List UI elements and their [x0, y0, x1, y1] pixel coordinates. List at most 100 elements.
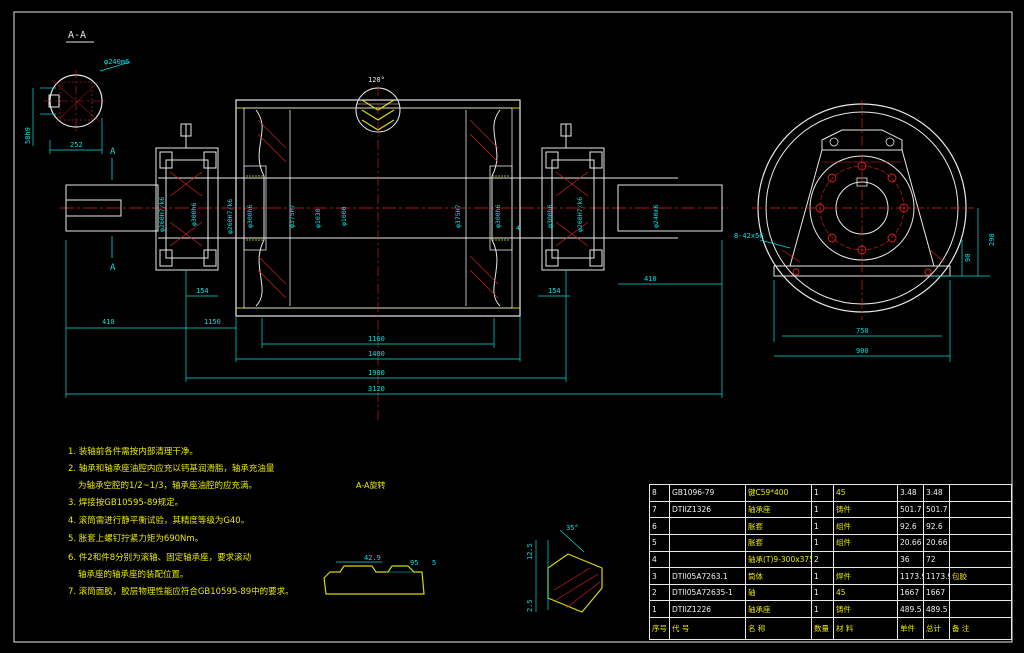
bom-cell: 2	[811, 550, 834, 569]
bom-header-cell: 数量	[811, 617, 834, 640]
bom-cell: 1173.9	[897, 567, 924, 585]
svg-text:154: 154	[196, 287, 209, 295]
bom-row: 7 DTIIZ1326 轴承座 1 铸件 501.7 501.7	[649, 500, 1012, 519]
bom-cell: 焊件	[833, 567, 898, 585]
svg-text:1150: 1150	[204, 318, 221, 326]
bom-cell: 36	[897, 550, 924, 569]
svg-text:410: 410	[644, 275, 657, 283]
bom-header-row: 序号代 号名 称数量材 料单件 总计备 注	[649, 617, 1012, 640]
bom-cell: 1	[811, 600, 834, 619]
bom-cell: DTIIZ1226	[669, 600, 746, 619]
bom-cell	[949, 550, 1012, 569]
bom-cell: 3.48	[897, 484, 924, 502]
bom-cell: 45	[833, 484, 898, 502]
bom-cell: 包胶	[949, 567, 1012, 585]
bom-cell: 3	[649, 567, 670, 585]
bom-cell: DTII05A7263.1	[669, 567, 746, 585]
bom-cell: 489.5	[897, 600, 924, 619]
bom-cell: 1	[811, 583, 834, 602]
svg-text:φ260H7/k6: φ260H7/k6	[576, 197, 584, 232]
bom-cell: 轴承(T)9-300x375	[745, 550, 812, 569]
bom-cell: 键C59*400	[745, 484, 812, 502]
bom-row: 1 DTIIZ1226 轴承座 1 铸件 489.5 489.5	[649, 600, 1012, 619]
bom-cell	[949, 583, 1012, 602]
bom-cell: GB1096-79	[669, 484, 746, 502]
cut-mark-a-bottom: A	[110, 263, 116, 273]
bom-cell: 铸件	[833, 500, 898, 519]
bom-cell: 轴承座	[745, 500, 812, 519]
bom-cell: DTIIZ1326	[669, 500, 746, 519]
dim-shaft-dia: φ240m6	[104, 58, 129, 66]
note-line: 7. 滚筒面胶，胶层物理性能应符合GB10595-89中的要求。	[68, 587, 294, 597]
cut-mark-a-top: A	[110, 147, 116, 157]
section-label: A-A	[68, 30, 86, 41]
bom-cell: 1	[811, 533, 834, 552]
bom-cell: 20.66	[923, 533, 950, 552]
diameter-labels: φ260H7/k6 φ300h6 φ260H7/k6 φ300h6 φ375H7…	[158, 197, 660, 234]
note-line: 1. 装轴前各件需按内部清理干净。	[68, 447, 198, 457]
svg-text:φ300h6: φ300h6	[190, 202, 198, 226]
bom-cell: 45	[833, 583, 898, 602]
dim-key-len: 252	[70, 141, 83, 149]
svg-text:410: 410	[102, 318, 115, 326]
bom-cell: 1	[811, 567, 834, 585]
bom-header-cell: 总计	[923, 617, 950, 640]
svg-text:φ375H7: φ375H7	[288, 204, 296, 228]
bom-cell: 胀套	[745, 533, 812, 552]
dim-detail-5: 5	[432, 559, 436, 567]
bom-cell: 1667	[923, 583, 950, 602]
bom-cell	[833, 550, 898, 569]
svg-text:φ260H7/k6: φ260H7/k6	[226, 199, 234, 234]
bom-cell: 20.66	[897, 533, 924, 552]
bom-cell	[949, 600, 1012, 619]
bom-row: 4 轴承(T)9-300x375 2 36 72	[649, 550, 1012, 569]
svg-text:φ1030: φ1030	[314, 208, 322, 228]
bom-cell: 2	[649, 583, 670, 602]
dimension-texts: 154 410 1150 1160 1400 1900 3120 154 410	[102, 275, 657, 393]
bom-cell: 92.6	[923, 517, 950, 535]
bom-header-cell: 名 称	[745, 617, 812, 640]
dimension-lines	[65, 240, 723, 398]
bom-cell	[949, 533, 1012, 552]
note-line: 4. 滚筒需进行静平衡试验，其精度等级为G40。	[68, 516, 250, 526]
svg-text:3120: 3120	[368, 385, 385, 393]
bom-cell: 1	[811, 500, 834, 519]
svg-text:90: 90	[964, 254, 972, 262]
bom-row: 5 胀套 1 组件 20.66 20.66	[649, 533, 1012, 552]
bom-cell: 轴	[745, 583, 812, 602]
svg-text:1900: 1900	[368, 369, 385, 377]
bom-header-cell: 代 号	[669, 617, 746, 640]
dim-angle-120: 120°	[368, 76, 385, 84]
bom-cell: 铸件	[833, 600, 898, 619]
svg-text:φ1000: φ1000	[340, 206, 348, 226]
svg-text:750: 750	[856, 327, 869, 335]
bom-cell: 1667	[897, 583, 924, 602]
bom-cell: 7	[649, 500, 670, 519]
bom-cell: 489.5	[923, 600, 950, 619]
bom-cell: DTII05A72635-1	[669, 583, 746, 602]
bom-cell: 轴承座	[745, 600, 812, 619]
svg-text:φ300h6: φ300h6	[494, 204, 502, 228]
svg-text:154: 154	[548, 287, 561, 295]
bom-cell: 72	[923, 550, 950, 569]
bom-cell	[949, 500, 1012, 519]
svg-text:1400: 1400	[368, 350, 385, 358]
section-label-bottom: A-A旋转	[356, 480, 385, 490]
dim-detail-42-9: 42.9	[364, 554, 381, 562]
svg-text:φ240m6: φ240m6	[652, 204, 660, 228]
bom-row: 3DTII05A7263.1筒体1焊件1173.91173.9包胶	[649, 567, 1012, 585]
bom-row: 6 胀套 1 组件 92.6 92.6	[649, 517, 1012, 535]
svg-text:900: 900	[856, 347, 869, 355]
bom-cell: 6	[649, 517, 670, 535]
bom-cell: 8	[649, 484, 670, 502]
svg-text:φ300h6: φ300h6	[246, 204, 254, 228]
bom-cell: 501.7	[923, 500, 950, 519]
bom-header-cell: 单件	[897, 617, 924, 640]
bom-row: 2 DTII05A72635-1 轴 1 45 1667 1667	[649, 583, 1012, 602]
note-line: 5. 胀套上螺钉拧紧力矩为690Nm。	[68, 534, 204, 544]
bom-row: 8 GB1096-79 键C59*400 1 45 3.48 3.48	[649, 484, 1012, 502]
groove-profile-detail	[323, 561, 425, 595]
note-line: 6. 件2和件8分别为滚轴、固定轴承座，要求滚动	[68, 553, 252, 563]
bom-header-cell: 序号	[649, 617, 670, 640]
bom-cell: 3.48	[923, 484, 950, 502]
